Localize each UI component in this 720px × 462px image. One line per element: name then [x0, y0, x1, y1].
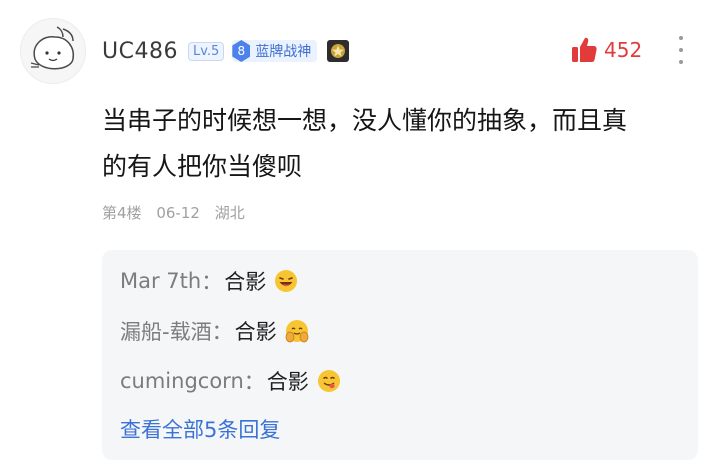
username[interactable]: UC486: [102, 39, 178, 64]
comment-meta: 第4楼 06-12 湖北: [102, 202, 255, 223]
comment-line-2: 的有人把你当傻呗: [102, 152, 303, 181]
comment-line-1: 当串子的时候想一想，没人懂你的抽象，而且真: [102, 106, 628, 135]
reply-list: Mar 7th ： 合影 漏船-载酒 ： 合影 cumingcorn ： 合影: [102, 250, 698, 460]
medal-number: 8: [232, 40, 251, 62]
like-count: 452: [604, 38, 643, 62]
level-badge: Lv.5: [187, 41, 225, 61]
reply-separator: ：: [211, 320, 233, 344]
reply-user[interactable]: 漏船-载酒: [120, 316, 212, 346]
reply-separator: ：: [201, 270, 223, 294]
reply-text: 合影: [234, 320, 277, 344]
medal-badge[interactable]: 8 蓝牌战神: [232, 40, 318, 62]
face-with-hand-icon: [285, 320, 308, 343]
reply-text: 合影: [224, 270, 267, 294]
comment-text: 当串子的时候想一想，没人懂你的抽象，而且真 的有人把你当傻呗: [102, 98, 702, 190]
reply-item[interactable]: 漏船-载酒 ： 合影: [120, 316, 309, 346]
reply-user[interactable]: cumingcorn: [120, 369, 244, 393]
savoring-food-face-icon: [317, 370, 340, 392]
reply-item[interactable]: Mar 7th ： 合影: [120, 266, 298, 296]
thumbs-up-icon: [572, 37, 597, 62]
comment-date: 06-12: [156, 204, 200, 222]
avatar[interactable]: [20, 18, 86, 84]
reply-text: 合影: [266, 370, 309, 394]
view-all-replies-link[interactable]: 查看全部5条回复: [120, 414, 280, 444]
comment-location: 湖北: [214, 204, 245, 222]
reply-separator: ：: [243, 370, 265, 394]
cartoon-avatar-icon: [30, 26, 75, 70]
reply-item[interactable]: cumingcorn ： 合影: [120, 366, 341, 396]
reply-user[interactable]: Mar 7th: [120, 269, 201, 293]
like-button[interactable]: 452: [570, 36, 642, 64]
floor-number: 第4楼: [102, 204, 142, 222]
more-options-icon[interactable]: [676, 36, 686, 64]
medal-label: 蓝牌战神: [255, 44, 312, 60]
grinning-face-icon: [275, 270, 298, 292]
star-badge-icon[interactable]: [327, 40, 350, 62]
comment-header: UC486 Lv.5 8 蓝牌战神: [102, 36, 350, 66]
